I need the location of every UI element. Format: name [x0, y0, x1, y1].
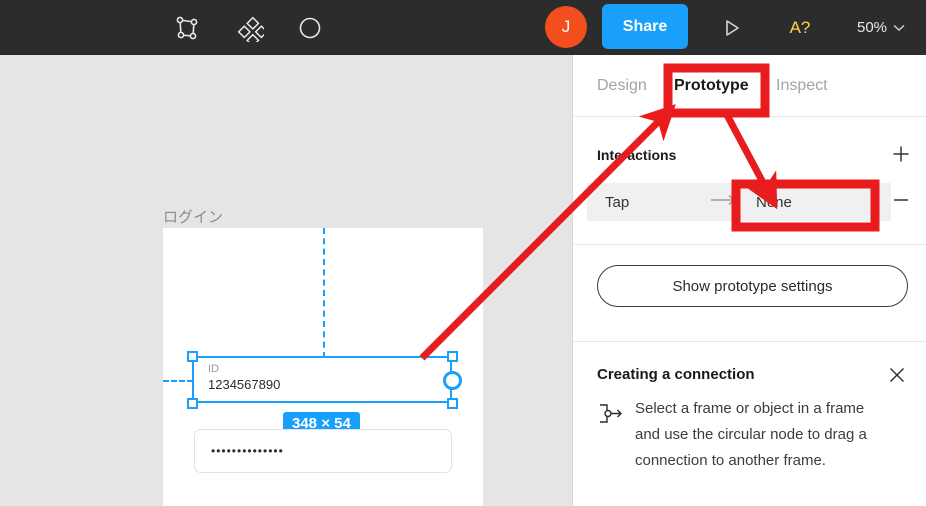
id-field-label: ID [208, 363, 219, 375]
top-toolbar: J Share A? 50% [0, 0, 926, 55]
connection-node-icon [597, 403, 625, 425]
zoom-level-label: 50% [857, 19, 888, 36]
user-avatar[interactable]: J [545, 6, 587, 48]
password-masked-value: •••••••••••••• [211, 444, 284, 458]
alignment-guide-vertical [323, 228, 325, 358]
tab-design[interactable]: Design [597, 77, 647, 95]
password-field[interactable]: •••••••••••••• [194, 429, 452, 473]
interaction-row[interactable]: Tap None [587, 183, 891, 221]
prototype-connection-node[interactable] [443, 371, 462, 390]
zoom-control[interactable]: 50% [857, 0, 905, 55]
resize-handle-bottom-left[interactable] [187, 398, 198, 409]
resize-handle-bottom-right[interactable] [447, 398, 458, 409]
resize-handle-top-right[interactable] [447, 351, 458, 362]
arrow-right-icon [711, 193, 737, 211]
figma-window: J Share A? 50% ログイン ID 1234567890 348 × … [0, 0, 926, 506]
scale-tool-icon[interactable] [165, 0, 209, 55]
tab-inspect[interactable]: Inspect [776, 77, 828, 95]
minus-icon[interactable] [887, 186, 915, 214]
resize-handle-top-left[interactable] [187, 351, 198, 362]
help-icon[interactable]: A? [778, 0, 822, 55]
share-button[interactable]: Share [602, 4, 688, 49]
alignment-guide-horizontal [163, 380, 193, 382]
right-properties-panel: Design Prototype Inspect Interactions Ta… [572, 55, 926, 506]
mask-icon[interactable] [288, 0, 332, 55]
play-icon[interactable] [712, 0, 752, 55]
design-canvas[interactable]: ログイン ID 1234567890 348 × 54 ••••••••••••… [0, 55, 572, 506]
avatar-initial: J [561, 17, 571, 36]
interaction-target-label[interactable]: None [756, 194, 792, 211]
interactions-section-title: Interactions [597, 147, 677, 163]
frame-name-label[interactable]: ログイン [163, 206, 223, 227]
help-body-text: Select a frame or object in a frame and … [635, 400, 867, 469]
panel-tab-bar: Design Prototype Inspect [573, 55, 926, 117]
interaction-trigger-label[interactable]: Tap [605, 194, 629, 211]
tab-prototype[interactable]: Prototype [674, 77, 749, 95]
show-prototype-settings-button[interactable]: Show prototype settings [597, 265, 908, 307]
chevron-down-icon [893, 24, 905, 31]
help-section-title: Creating a connection [597, 366, 755, 383]
plus-icon[interactable] [887, 140, 915, 168]
panel-divider [573, 244, 926, 245]
components-icon[interactable] [228, 0, 272, 55]
id-field-value: 1234567890 [208, 377, 281, 392]
close-icon[interactable] [883, 361, 911, 389]
panel-divider [573, 341, 926, 342]
